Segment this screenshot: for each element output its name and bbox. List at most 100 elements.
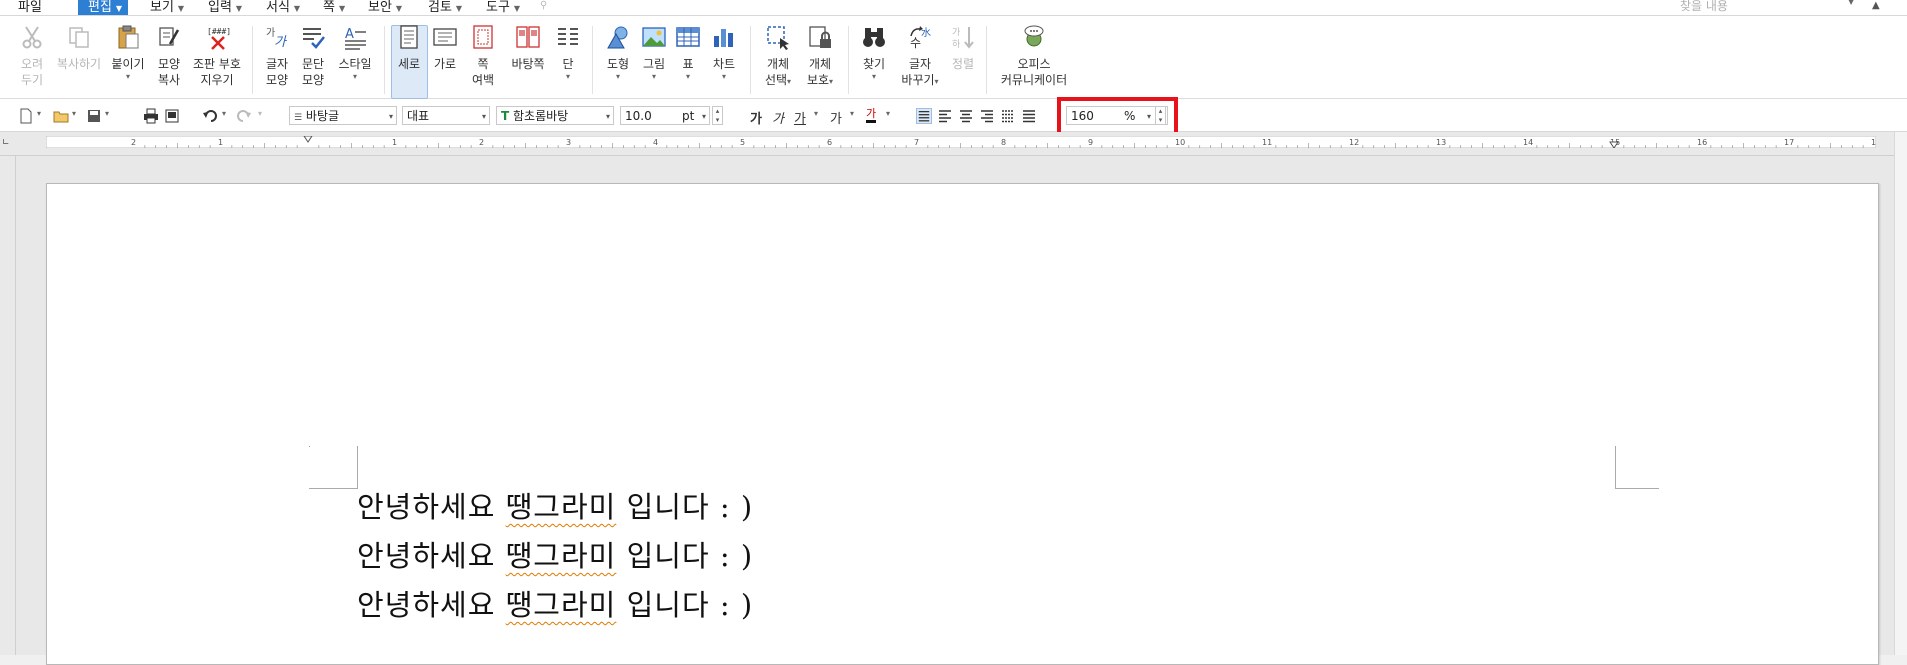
ruler-scale: 21123456789101112131415161718 [46, 136, 1876, 148]
redo-icon[interactable] [236, 108, 252, 124]
object-protect-button[interactable]: 개체 보호▾ [802, 24, 838, 90]
menu-review[interactable]: 검토 ▼ [428, 0, 462, 15]
object-select-button[interactable]: 개체 선택▾ [760, 24, 796, 90]
new-document-icon[interactable] [18, 108, 34, 124]
replace-button[interactable]: 수水 글자 바꾸기▾ [898, 24, 942, 90]
sort-button[interactable]: 가하 정렬 [948, 24, 978, 72]
print-preview-icon[interactable] [164, 108, 180, 124]
sort-icon: 가하 [952, 27, 974, 50]
text-line[interactable]: 안녕하세요 땡그라미 입니다 : ) [357, 484, 753, 526]
menu-edit[interactable]: 편집 ▼ [78, 0, 129, 15]
office-communicator-button[interactable]: 오피스 커뮤니케이터 [996, 24, 1072, 88]
divide-align-icon[interactable] [1021, 108, 1037, 124]
separator [592, 26, 593, 94]
format-copy-button[interactable]: 모양 복사 [152, 24, 186, 88]
chevron-down-icon[interactable]: ▾ [814, 109, 818, 118]
undo-icon[interactable] [202, 108, 218, 124]
columns-icon [558, 28, 578, 45]
menu-tools[interactable]: 도구 ▼ [486, 0, 520, 15]
ruler-label: 2 [479, 138, 484, 147]
font-select[interactable]: T 함초롬바탕 ▾ [496, 106, 614, 125]
chevron-down-icon: ▾ [615, 72, 620, 81]
chevron-down-icon[interactable]: ▾ [886, 109, 890, 118]
formatting-toolbar: ▾ ▾ ▾ ▾ ▾ ☰ 바탕글 ▾ 대표 ▾ T 함초롬바탕 ▾ 10.0 pt ▾ ▴ ▾… [0, 99, 1907, 132]
spellcheck-word: 땡그라미 [505, 588, 617, 622]
document-page[interactable]: 안녕하세요 땡그라미 입니다 : ) 안녕하세요 땡그라미 입니다 : ) 안녕… [46, 183, 1879, 665]
chevron-down-icon[interactable]: ▾ [258, 109, 262, 118]
ribbon: 오려 두기 복사하기 붙이기 ▾ 모양 복사 [###] 조판 부호 지우기 가가 글자… [0, 16, 1907, 99]
columns-button[interactable]: 단 ▾ [554, 24, 582, 82]
object-select-icon [767, 26, 789, 50]
chevron-down-icon: ▼ [115, 4, 123, 13]
landscape-button[interactable]: 가로 [429, 24, 461, 72]
char-shape-icon: 가가 [266, 27, 288, 50]
print-icon[interactable] [143, 108, 159, 124]
chevron-down-icon[interactable]: ▾ [72, 109, 76, 118]
markup-delete-icon: [###] [207, 27, 231, 50]
svg-text:가: 가 [952, 27, 960, 38]
chevron-down-icon: ▼ [338, 4, 346, 13]
menu-security[interactable]: 보안 ▼ [368, 0, 402, 15]
italic-button[interactable]: 가 [772, 108, 784, 127]
distribute-icon[interactable] [1000, 108, 1016, 124]
menu-insert[interactable]: 입력 ▼ [208, 0, 242, 15]
menu-view[interactable]: 보기 ▼ [150, 0, 184, 15]
open-folder-icon[interactable] [53, 108, 69, 124]
font-color-button[interactable]: 가 [866, 108, 877, 123]
horizontal-ruler: 21123456789101112131415161718 [0, 132, 1907, 156]
paste-button[interactable]: 붙이기 ▾ [108, 24, 148, 82]
font-size-input[interactable]: 10.0 pt ▾ [620, 106, 710, 125]
find-button[interactable]: 찾기 ▾ [858, 24, 890, 82]
scroll-up-icon[interactable]: ▲ [1872, 0, 1880, 11]
chevron-down-icon: ▼ [455, 4, 463, 13]
align-right-icon[interactable] [979, 108, 995, 124]
picture-button[interactable]: 그림 ▾ [638, 24, 670, 82]
underline-button[interactable]: 가 [794, 108, 806, 127]
chevron-down-icon[interactable]: ▾ [222, 109, 226, 118]
menu-format[interactable]: 서식 ▼ [266, 0, 300, 15]
pin-icon[interactable]: ⚲ [540, 0, 547, 11]
language-select[interactable]: 대표 ▾ [402, 106, 490, 125]
portrait-button[interactable]: 세로 [393, 24, 425, 72]
page-margin-button[interactable]: 쪽 여백 [466, 24, 500, 88]
paragraph-shape-button[interactable]: 문단 모양 [298, 24, 328, 88]
menu-file[interactable]: 파일 [18, 0, 42, 15]
crop-mark-tr [1615, 446, 1659, 489]
ruler-label: 9 [1088, 138, 1093, 147]
menu-page[interactable]: 쪽 ▼ [323, 0, 345, 15]
font-size-stepper[interactable]: ▴ ▾ [712, 106, 723, 125]
background-page-button[interactable]: 바탕쪽 [508, 24, 548, 72]
ruler-label: 13 [1436, 138, 1446, 147]
save-icon[interactable] [86, 108, 102, 124]
chevron-down-icon[interactable]: ▾ [105, 109, 109, 118]
delete-markup-button[interactable]: [###] 조판 부호 지우기 [190, 24, 244, 88]
table-button[interactable]: 표 ▾ [674, 24, 702, 82]
chevron-down-icon[interactable]: ▾ [850, 109, 854, 118]
copy-button[interactable]: 복사하기 [54, 24, 104, 72]
text-line[interactable]: 안녕하세요 땡그라미 입니다 : ) [357, 533, 753, 575]
char-shape-button[interactable]: 가가 글자 모양 [262, 24, 292, 88]
cut-button[interactable]: 오려 두기 [14, 24, 50, 88]
align-center-icon[interactable] [958, 108, 974, 124]
font-type-icon: T [501, 109, 510, 123]
chevron-down-icon[interactable]: ▼ [1848, 0, 1854, 6]
ruler-label: 10 [1175, 138, 1185, 147]
chart-button[interactable]: 차트 ▾ [708, 24, 740, 82]
table-icon [676, 27, 700, 47]
chevron-down-icon[interactable]: ▾ [37, 109, 41, 118]
vertical-ruler [0, 156, 16, 655]
align-left-icon[interactable] [937, 108, 953, 124]
vertical-scrollbar[interactable] [1894, 132, 1907, 655]
text-line[interactable]: 안녕하세요 땡그라미 입니다 : ) [357, 582, 753, 624]
chevron-down-icon: ▾ [565, 72, 570, 81]
bold-button[interactable]: 가 [750, 108, 762, 127]
separator [750, 26, 751, 94]
align-justify-icon[interactable] [916, 108, 932, 124]
strikethrough-button[interactable]: 가 [830, 108, 842, 127]
tab-type-icon[interactable]: ∟ [2, 138, 10, 148]
chevron-down-icon: ▼ [235, 4, 243, 13]
search-input[interactable]: 찾을 내용 [1680, 0, 1860, 13]
shape-button[interactable]: 도형 ▾ [602, 24, 634, 82]
style-select[interactable]: ☰ 바탕글 ▾ [289, 106, 397, 125]
style-button[interactable]: A 스타일 ▾ [334, 24, 376, 82]
